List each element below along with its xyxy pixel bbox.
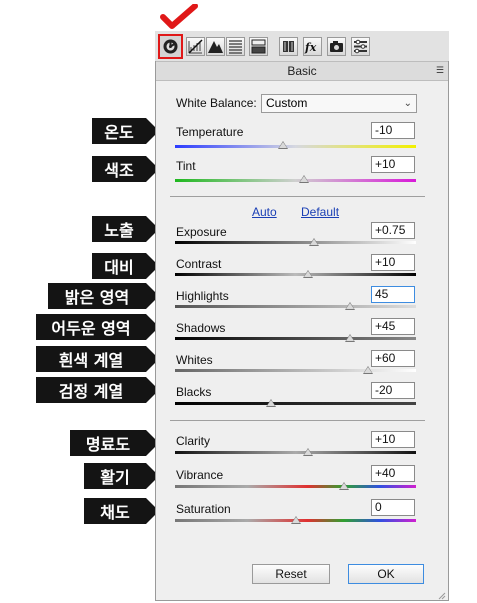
whites-slider-track[interactable] (175, 369, 416, 372)
section-divider (170, 196, 425, 197)
tab-lens-corrections[interactable] (279, 37, 298, 56)
blacks-slider-track[interactable] (175, 402, 416, 405)
highlights-input[interactable]: 45 (371, 286, 415, 303)
saturation-label: Saturation (176, 502, 231, 516)
vibrance-slider-thumb[interactable] (338, 482, 349, 490)
tab-effects[interactable]: fx (303, 37, 322, 56)
contrast-input[interactable]: +10 (371, 254, 415, 271)
exposure-input[interactable]: +0.75 (371, 222, 415, 239)
clarity-input[interactable]: +10 (371, 431, 415, 448)
tab-presets[interactable] (351, 37, 370, 56)
section-divider (170, 420, 425, 421)
vibrance-input[interactable]: +40 (371, 465, 415, 482)
blacks-slider-thumb[interactable] (266, 399, 277, 407)
tab-camera-calibration[interactable] (327, 37, 346, 56)
callout-tint: 색조 (92, 156, 159, 182)
callout-temperature: 온도 (92, 118, 159, 144)
callout-highlights: 밝은 영역 (48, 283, 159, 309)
camera-calibration-icon (330, 41, 343, 52)
white-balance-value: Custom (266, 96, 308, 110)
clarity-slider-thumb[interactable] (302, 448, 313, 456)
temperature-slider-thumb[interactable] (278, 141, 289, 149)
ok-button[interactable]: OK (348, 564, 424, 584)
tab-tone-curve[interactable] (186, 37, 205, 56)
whites-label: Whites (176, 353, 213, 367)
basic-icon (163, 39, 178, 54)
callout-shadows: 어두운 영역 (36, 314, 159, 340)
callout-contrast: 대비 (92, 253, 159, 279)
effects-icon: fx (304, 41, 317, 54)
tab-basic[interactable] (158, 34, 183, 59)
contrast-slider-track[interactable] (175, 273, 416, 276)
shadows-input[interactable]: +45 (371, 318, 415, 335)
blacks-label: Blacks (176, 385, 212, 399)
tint-slider-track[interactable] (175, 179, 416, 182)
presets-icon (354, 39, 367, 54)
check-mark-icon (160, 4, 198, 29)
clarity-slider-track[interactable] (175, 451, 416, 454)
shadows-label: Shadows (176, 321, 226, 335)
tint-label: Tint (176, 159, 196, 173)
shadows-slider-track[interactable] (175, 337, 416, 340)
temperature-label: Temperature (176, 125, 244, 139)
panel-toolbar: fx (155, 31, 449, 61)
exposure-label: Exposure (176, 225, 227, 239)
tint-input[interactable]: +10 (371, 156, 415, 173)
detail-icon (208, 41, 223, 53)
white-balance-label: White Balance: (176, 96, 257, 110)
exposure-slider-track[interactable] (175, 241, 416, 244)
callout-blacks: 검정 계열 (36, 377, 159, 403)
reset-button[interactable]: Reset (252, 564, 330, 584)
callout-clarity: 명료도 (70, 430, 159, 456)
exposure-slider-thumb[interactable] (308, 238, 319, 246)
tint-slider-thumb[interactable] (298, 175, 309, 183)
callout-saturation: 채도 (84, 498, 159, 524)
contrast-label: Contrast (176, 257, 222, 271)
highlights-label: Highlights (176, 289, 229, 303)
contrast-slider-thumb[interactable] (302, 270, 313, 278)
resize-grip-icon[interactable] (436, 590, 446, 600)
svg-text:fx: fx (304, 41, 317, 54)
saturation-slider-thumb[interactable] (290, 516, 301, 524)
highlights-slider-thumb[interactable] (344, 302, 355, 310)
default-link[interactable]: Default (301, 205, 339, 219)
panel-title-bar: Basic ☰ (156, 61, 448, 81)
vibrance-slider-track[interactable] (175, 485, 416, 488)
highlights-slider-track[interactable] (175, 305, 416, 308)
white-balance-select[interactable]: Custom ⌄ (261, 94, 417, 113)
tab-hsl[interactable] (226, 37, 245, 56)
callout-vibrance: 활기 (84, 463, 159, 489)
panel-menu-icon[interactable]: ☰ (436, 65, 444, 76)
callout-exposure: 노출 (92, 216, 159, 242)
split-toning-icon (251, 39, 266, 54)
clarity-label: Clarity (176, 434, 211, 448)
temperature-slider-track[interactable] (175, 145, 416, 148)
shadows-slider-thumb[interactable] (344, 334, 355, 342)
saturation-input[interactable]: 0 (371, 499, 415, 516)
tab-split-toning[interactable] (249, 37, 268, 56)
blacks-input[interactable]: -20 (371, 382, 415, 399)
lens-corrections-icon (283, 41, 294, 52)
vibrance-label: Vibrance (176, 468, 224, 482)
whites-slider-thumb[interactable] (362, 366, 373, 374)
whites-input[interactable]: +60 (371, 350, 415, 367)
temperature-input[interactable]: -10 (371, 122, 415, 139)
tone-curve-icon (188, 39, 203, 54)
chevron-down-icon: ⌄ (403, 98, 412, 109)
hsl-icon (229, 40, 242, 54)
panel-title: Basic (287, 64, 317, 78)
tab-detail[interactable] (206, 37, 225, 56)
callout-whites: 흰색 계열 (36, 346, 159, 372)
auto-link[interactable]: Auto (252, 205, 277, 219)
